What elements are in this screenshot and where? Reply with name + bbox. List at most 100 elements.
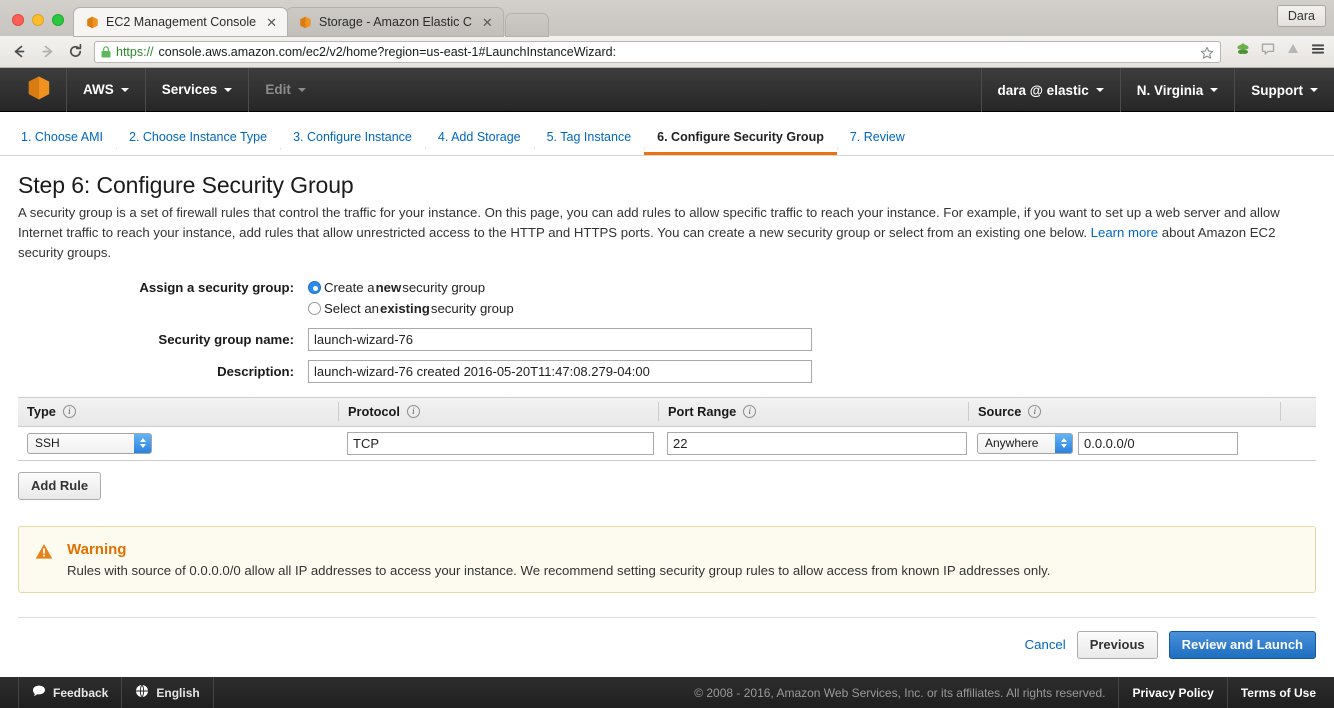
security-group-name-label: Security group name:	[18, 332, 308, 347]
feedback-button[interactable]: Feedback	[18, 677, 122, 708]
warning-text: Rules with source of 0.0.0.0/0 allow all…	[67, 563, 1050, 578]
cancel-link[interactable]: Cancel	[1025, 637, 1066, 652]
rule-source-cidr-input[interactable]: 0.0.0.0/0	[1078, 432, 1238, 455]
aws-header-right: dara @ elastic N. Virginia Support	[981, 68, 1334, 112]
wizard-step-5[interactable]: 5. Tag Instance	[534, 122, 645, 155]
rule-source-select[interactable]: Anywhere	[977, 433, 1073, 454]
rule-protocol-input[interactable]: TCP	[347, 432, 654, 455]
description-label: Description:	[18, 364, 308, 379]
radio-label-bold: new	[376, 280, 402, 295]
browser-tab-storage[interactable]: Storage - Amazon Elastic C ✕	[287, 8, 503, 36]
add-rule-button[interactable]: Add Rule	[18, 472, 101, 500]
extension-green-icon[interactable]	[1235, 41, 1251, 62]
reload-icon[interactable]	[64, 41, 86, 63]
new-tab-button[interactable]	[506, 14, 548, 36]
minimize-window-button[interactable]	[32, 14, 44, 26]
header-item-label: AWS	[83, 82, 114, 97]
header-account-label: dara @ elastic	[998, 83, 1089, 98]
wizard-actions: Cancel Previous Review and Launch	[18, 617, 1316, 659]
lock-icon	[101, 46, 111, 58]
url-text: console.aws.amazon.com/ec2/v2/home?regio…	[159, 45, 617, 59]
radio-button-icon[interactable]	[308, 302, 321, 315]
rule-delete-cell: ✕	[1280, 434, 1334, 452]
google-drive-icon[interactable]	[1285, 41, 1301, 62]
info-icon[interactable]: i	[1028, 405, 1041, 418]
wizard-step-3[interactable]: 3. Configure Instance	[280, 122, 425, 155]
aws-cube-icon[interactable]	[26, 75, 52, 104]
globe-icon	[135, 684, 149, 701]
browser-menu-icon[interactable]	[1310, 41, 1326, 62]
select-existing-row: Select an existing security group	[18, 301, 1316, 316]
chevron-up-icon	[140, 438, 146, 442]
stepper-arrows-icon[interactable]	[134, 434, 151, 453]
browser-extension-icons	[1229, 41, 1326, 62]
browser-tab-ec2[interactable]: EC2 Management Console ✕	[74, 8, 287, 36]
maximize-window-button[interactable]	[52, 14, 64, 26]
chevron-down-icon	[1210, 88, 1218, 92]
previous-button[interactable]: Previous	[1077, 631, 1158, 659]
radio-button-icon[interactable]	[308, 281, 321, 294]
browser-profile-label: Dara	[1288, 9, 1315, 23]
close-icon[interactable]: ✕	[263, 16, 277, 29]
wizard-step-6[interactable]: 6. Configure Security Group	[644, 122, 837, 155]
column-header-protocol: Protocol i	[338, 402, 658, 421]
wizard-step-7[interactable]: 7. Review	[837, 122, 918, 155]
radio-label-pre: Select an	[324, 301, 379, 316]
warning-title: Warning	[67, 541, 1050, 558]
info-icon[interactable]: i	[743, 405, 756, 418]
wizard-step-label: 3. Configure Instance	[293, 130, 412, 144]
radio-label-post: security group	[402, 280, 485, 295]
review-and-launch-button[interactable]: Review and Launch	[1169, 631, 1316, 659]
privacy-policy-link[interactable]: Privacy Policy	[1119, 677, 1227, 708]
header-item-aws[interactable]: AWS	[67, 68, 145, 112]
column-label: Protocol	[348, 404, 400, 419]
column-header-type: Type i	[18, 402, 338, 421]
wizard-step-label: 1. Choose AMI	[21, 130, 103, 144]
header-support-menu[interactable]: Support	[1235, 68, 1334, 112]
column-header-source: Source i	[968, 402, 1280, 421]
assign-security-group-row: Assign a security group: Create a new se…	[18, 280, 1316, 295]
wizard-step-label: 2. Choose Instance Type	[129, 130, 267, 144]
wizard-step-2[interactable]: 2. Choose Instance Type	[116, 122, 280, 155]
speech-bubble-icon	[32, 684, 46, 701]
url-bar[interactable]: https://console.aws.amazon.com/ec2/v2/ho…	[94, 41, 1221, 63]
warning-content: Warning Rules with source of 0.0.0.0/0 a…	[67, 541, 1050, 578]
wizard-step-1[interactable]: 1. Choose AMI	[8, 122, 116, 155]
radio-select-existing-security-group[interactable]: Select an existing security group	[308, 301, 514, 316]
chat-bubble-icon[interactable]	[1260, 41, 1276, 62]
wizard-step-label: 6. Configure Security Group	[657, 130, 824, 144]
bookmark-star-icon[interactable]	[1200, 46, 1214, 63]
info-icon[interactable]: i	[407, 405, 420, 418]
description-input[interactable]: launch-wizard-76 created 2016-05-20T11:4…	[308, 360, 812, 383]
security-group-name-input[interactable]: launch-wizard-76	[308, 328, 812, 351]
language-button[interactable]: English	[122, 677, 213, 708]
forward-icon[interactable]	[36, 41, 58, 63]
description-row: Description: launch-wizard-76 created 20…	[18, 360, 1316, 383]
header-account-menu[interactable]: dara @ elastic	[982, 68, 1120, 112]
terms-of-use-link[interactable]: Terms of Use	[1228, 677, 1334, 708]
close-icon[interactable]: ✕	[479, 16, 493, 29]
browser-profile-button[interactable]: Dara	[1277, 5, 1326, 27]
stepper-arrows-icon[interactable]	[1055, 434, 1072, 453]
window-traffic-lights	[8, 14, 74, 36]
rule-port-range-input[interactable]: 22	[667, 432, 967, 455]
radio-create-new-security-group[interactable]: Create a new security group	[308, 280, 485, 295]
info-icon[interactable]: i	[63, 405, 76, 418]
close-window-button[interactable]	[12, 14, 24, 26]
header-item-label: Services	[162, 82, 218, 97]
header-item-edit[interactable]: Edit	[249, 68, 322, 112]
radio-label-post: security group	[431, 301, 514, 316]
header-region-menu[interactable]: N. Virginia	[1121, 68, 1235, 112]
browser-tab-title: Storage - Amazon Elastic C	[319, 15, 472, 29]
rule-type-value: SSH	[35, 436, 60, 450]
learn-more-link[interactable]: Learn more	[1091, 225, 1158, 240]
header-item-services[interactable]: Services	[146, 68, 249, 112]
column-label: Port Range	[668, 404, 736, 419]
back-icon[interactable]	[8, 41, 30, 63]
wizard-step-4[interactable]: 4. Add Storage	[425, 122, 534, 155]
radio-label-bold: existing	[380, 301, 430, 316]
rule-type-select[interactable]: SSH	[27, 433, 152, 454]
column-header-delete	[1280, 402, 1316, 421]
aws-cube-icon	[299, 16, 312, 29]
radio-label-pre: Create a	[324, 280, 375, 295]
